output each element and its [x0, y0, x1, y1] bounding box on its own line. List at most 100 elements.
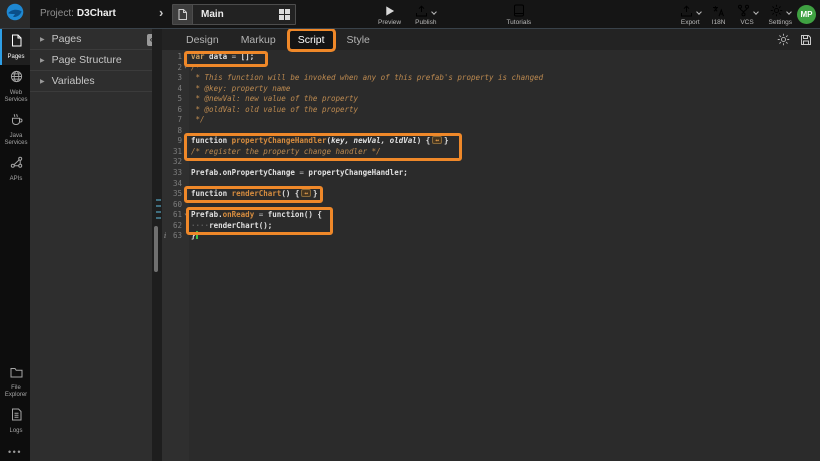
- rail-item-apis[interactable]: APIs: [0, 151, 30, 187]
- fold-gutter: [182, 179, 189, 190]
- code-line-34[interactable]: 34: [162, 179, 820, 190]
- vcs-button[interactable]: VCS: [737, 4, 758, 26]
- fold-toggle-icon[interactable]: ▸: [182, 136, 189, 147]
- info-marker-icon: i: [164, 231, 166, 242]
- code-text: * @key: property name: [189, 84, 290, 95]
- avatar[interactable]: MP: [797, 5, 816, 24]
- grid-layout-icon[interactable]: [279, 9, 290, 20]
- code-line-8[interactable]: 8: [162, 126, 820, 137]
- settings-gear-icon[interactable]: [777, 33, 790, 46]
- publish-button[interactable]: Publish: [415, 4, 436, 26]
- save-icon[interactable]: [800, 34, 812, 46]
- code-line-3[interactable]: 3 * This function will be invoked when a…: [162, 73, 820, 84]
- line-number[interactable]: 2: [162, 63, 182, 74]
- tab-design[interactable]: Design: [178, 31, 227, 49]
- chevron-down-icon: [696, 9, 702, 15]
- line-number[interactable]: 1: [162, 52, 182, 63]
- line-number[interactable]: 35: [162, 189, 182, 200]
- line-number[interactable]: 34: [162, 179, 182, 190]
- code-line-60[interactable]: 60: [162, 200, 820, 211]
- export-label: Export: [681, 19, 700, 26]
- folded-code-widget[interactable]: ↔: [432, 136, 442, 144]
- rail-item-java-services[interactable]: Java Services: [0, 108, 30, 151]
- code-line-31[interactable]: 31 /* register the property change handle…: [162, 147, 820, 158]
- folded-code-widget[interactable]: ↔: [301, 189, 311, 197]
- code-line-9[interactable]: 9▸function propertyChangeHandler(key, ne…: [162, 136, 820, 147]
- line-number[interactable]: 8: [162, 126, 182, 137]
- line-number[interactable]: 5: [162, 94, 182, 105]
- code-line-63[interactable]: i63}: [162, 231, 820, 242]
- panel-section-label: Pages: [52, 33, 82, 45]
- line-number[interactable]: 6: [162, 105, 182, 116]
- i18n-icon: [712, 4, 725, 17]
- code-line-61[interactable]: 61▾Prefab.onReady = function() {: [162, 210, 820, 221]
- settings-button[interactable]: Settings: [769, 4, 793, 26]
- panel-section-page-structure[interactable]: ▶Page Structure: [30, 50, 152, 71]
- wavemaker-logo-icon: [6, 3, 24, 26]
- fold-toggle-icon[interactable]: ▾: [182, 63, 189, 74]
- code-line-6[interactable]: 6 * @oldVal: old value of the property: [162, 105, 820, 116]
- i18n-label: I18N: [712, 19, 726, 26]
- code-line-4[interactable]: 4 * @key: property name: [162, 84, 820, 95]
- code-line-32[interactable]: 32: [162, 157, 820, 168]
- script-code-editor[interactable]: 1var data = [];2▾/*3 * This function wil…: [162, 50, 820, 461]
- apis-label: APIs: [10, 176, 23, 183]
- rail-item-file-explorer[interactable]: File Explorer: [0, 360, 30, 403]
- preview-button[interactable]: Preview: [378, 4, 401, 26]
- code-line-35[interactable]: 35▸function renderChart() {↔}: [162, 189, 820, 200]
- line-number[interactable]: 7: [162, 115, 182, 126]
- line-number[interactable]: 60: [162, 200, 182, 211]
- fold-toggle-icon[interactable]: ▾: [182, 210, 189, 221]
- tab-style[interactable]: Style: [339, 31, 378, 49]
- panel-splitter[interactable]: [152, 29, 162, 461]
- line-number[interactable]: 32: [162, 157, 182, 168]
- preview-icon: [384, 4, 395, 17]
- line-number[interactable]: 4: [162, 84, 182, 95]
- fold-gutter: [182, 147, 189, 158]
- tab-markup[interactable]: Markup: [233, 31, 284, 49]
- export-button[interactable]: Export: [680, 4, 701, 26]
- fold-gutter: [182, 157, 189, 168]
- code-line-1[interactable]: 1var data = [];: [162, 52, 820, 63]
- code-text: function renderChart() {↔}: [189, 189, 318, 200]
- panel-section-pages[interactable]: ▶Pages: [30, 29, 152, 50]
- line-number[interactable]: 9: [162, 136, 182, 147]
- fold-gutter: [182, 52, 189, 63]
- fold-toggle-icon[interactable]: ▸: [182, 189, 189, 200]
- page-icon: [173, 5, 193, 24]
- rail-item-web-services[interactable]: Web Services: [0, 65, 30, 108]
- line-number[interactable]: 62: [162, 221, 182, 232]
- web-services-label: Web Services: [2, 90, 30, 104]
- rail-item-logs[interactable]: Logs: [0, 403, 30, 439]
- code-text: /* register the property change handler …: [189, 147, 381, 158]
- chevron-right-icon[interactable]: ›: [159, 5, 163, 20]
- line-number[interactable]: 33: [162, 168, 182, 179]
- app-logo[interactable]: [0, 0, 30, 28]
- project-breadcrumb: Project:D3Chart: [40, 8, 116, 19]
- preview-label: Preview: [378, 19, 401, 26]
- line-number[interactable]: 61: [162, 210, 182, 221]
- code-line-62[interactable]: 62····renderChart();: [162, 221, 820, 232]
- line-number[interactable]: 3: [162, 73, 182, 84]
- page-tab-label: Main: [193, 9, 279, 20]
- tutorials-button[interactable]: Tutorials: [506, 4, 531, 26]
- i18n-button[interactable]: I18N: [712, 4, 726, 26]
- panel-section-variables[interactable]: ▶Variables: [30, 71, 152, 92]
- code-text: [189, 126, 191, 137]
- code-line-7[interactable]: 7 */: [162, 115, 820, 126]
- rail-item-pages[interactable]: Pages: [0, 29, 30, 65]
- page-tab-main[interactable]: Main: [172, 4, 296, 25]
- code-line-33[interactable]: 33 Prefab.onPropertyChange = propertyChan…: [162, 168, 820, 179]
- line-number[interactable]: 31: [162, 147, 182, 158]
- splitter-handle[interactable]: [154, 226, 158, 272]
- scroll-marker: [156, 199, 161, 201]
- panel-section-label: Variables: [52, 75, 95, 87]
- tab-strip-icons: [777, 29, 812, 50]
- code-line-2[interactable]: 2▾/*: [162, 63, 820, 74]
- more-options-button[interactable]: •••: [0, 447, 30, 457]
- tab-script[interactable]: Script: [290, 31, 333, 49]
- code-line-5[interactable]: 5 * @newVal: new value of the property: [162, 94, 820, 105]
- project-name: D3Chart: [77, 8, 116, 19]
- code-text: }: [189, 231, 198, 242]
- code-text: Prefab.onPropertyChange = propertyChange…: [189, 168, 408, 179]
